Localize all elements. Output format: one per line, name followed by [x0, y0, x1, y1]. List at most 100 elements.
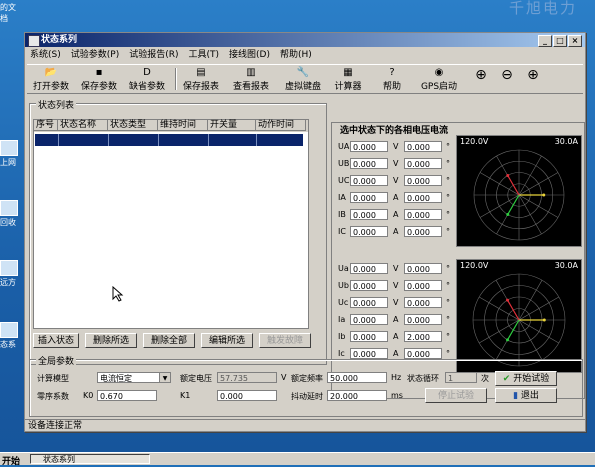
taskbar-app-button[interactable]: 状态系列	[30, 454, 150, 464]
menu-wiring[interactable]: 接线图(D)	[224, 49, 275, 62]
angle-field[interactable]: 0.000	[404, 263, 442, 274]
phase-label: Uc	[338, 298, 349, 307]
help-button[interactable]: ? 帮助	[377, 67, 407, 92]
open-params-button[interactable]: 📂 打开参数	[31, 67, 71, 92]
zero-seq-label: 零序系数	[37, 392, 69, 401]
desktop-icon-remote[interactable]: 远方	[0, 260, 22, 288]
view-report-button[interactable]: ▥ 查看报表	[231, 67, 271, 92]
app-icon	[28, 35, 40, 47]
degree-label: °	[446, 349, 450, 358]
col-header-index[interactable]: 序号	[34, 120, 58, 131]
save-params-button[interactable]: ▪ 保存参数	[79, 67, 119, 92]
menu-help[interactable]: 帮助(H)	[275, 49, 317, 62]
keyboard-icon: 🔧	[296, 67, 310, 78]
start-test-button[interactable]: ✔ 开始试验	[495, 371, 557, 386]
magnitude-field[interactable]: 0.000	[350, 175, 388, 186]
phasor-panel: 选中状态下的各相电压电流 UA 0.000 V 0.000 ° UB 0.000 V 0.000…	[331, 122, 585, 399]
maximize-button[interactable]: □	[553, 35, 567, 47]
zoom-in-icon[interactable]: ⊕	[471, 67, 491, 91]
minimize-button[interactable]: _	[538, 35, 552, 47]
desktop-icon-internet[interactable]: 上网	[0, 140, 22, 168]
magnitude-field[interactable]: 0.000	[350, 209, 388, 220]
menu-test-report[interactable]: 试验报告(R)	[124, 49, 183, 62]
degree-label: °	[446, 227, 450, 236]
desktop-icon-app[interactable]: 态系	[0, 322, 22, 350]
toolbar-separator	[175, 68, 177, 90]
angle-field[interactable]: 0.000	[404, 141, 442, 152]
edit-selected-button[interactable]: 编辑所选	[201, 333, 253, 348]
start-button[interactable]: 开始	[2, 454, 20, 467]
trigger-fault-button: 触发故障	[259, 333, 311, 348]
jitter-field[interactable]: 20.000	[327, 390, 387, 401]
angle-field[interactable]: 2.000	[404, 331, 442, 342]
angle-field[interactable]: 0.000	[404, 297, 442, 308]
default-params-button[interactable]: D 缺省参数	[127, 67, 167, 92]
angle-field[interactable]: 0.000	[404, 226, 442, 237]
degree-label: °	[446, 159, 450, 168]
insert-state-button[interactable]: 插入状态	[33, 333, 79, 348]
global-params-caption: 全局参数	[36, 354, 77, 367]
magnitude-field[interactable]: 0.000	[350, 263, 388, 274]
angle-field[interactable]: 0.000	[404, 348, 442, 359]
col-header-name[interactable]: 状态名称	[58, 120, 108, 131]
phasor-scope-1: 120.0V 30.0A	[456, 135, 582, 247]
col-header-switch[interactable]: 开关量	[208, 120, 256, 131]
desktop-icon-documents[interactable]: 的文档	[0, 2, 22, 24]
cycle-field[interactable]: 1	[445, 372, 477, 383]
calculator-button[interactable]: ▦ 计算器	[331, 67, 365, 92]
degree-label: °	[446, 210, 450, 219]
save-report-icon: ▤	[196, 67, 206, 78]
calc-model-select[interactable]: 电流恒定 ▼	[97, 372, 171, 383]
magnitude-field[interactable]: 0.000	[350, 348, 388, 359]
angle-field[interactable]: 0.000	[404, 314, 442, 325]
col-header-action-time[interactable]: 动作时间	[256, 120, 306, 131]
magnitude-field[interactable]: 0.000	[350, 331, 388, 342]
magnitude-field[interactable]: 0.000	[350, 141, 388, 152]
cycle-unit: 次	[481, 374, 489, 383]
default-icon: D	[143, 67, 151, 78]
exit-icon: ▮	[513, 391, 519, 401]
delete-all-button[interactable]: 删除全部	[143, 333, 195, 348]
state-table[interactable]: 序号 状态名称 状态类型 维持时间 开关量 动作时间	[33, 119, 309, 329]
check-icon: ✔	[502, 374, 511, 384]
virtual-keyboard-button[interactable]: 🔧 虚拟键盘	[283, 67, 323, 92]
rated-freq-field[interactable]: 50.000	[327, 372, 387, 383]
magnitude-field[interactable]: 0.000	[350, 314, 388, 325]
k1-field[interactable]: 0.000	[217, 390, 277, 401]
exit-button[interactable]: ▮ 退出	[495, 388, 557, 403]
title-bar[interactable]: 状态系列 _ □ ×	[25, 33, 585, 47]
delete-selected-button[interactable]: 删除所选	[85, 333, 137, 348]
phase-label: Ic	[338, 349, 345, 358]
zoom-out-icon[interactable]: ⊖	[497, 67, 517, 91]
chevron-down-icon: ▼	[159, 373, 170, 382]
angle-field[interactable]: 0.000	[404, 280, 442, 291]
phase-label: IC	[338, 227, 346, 236]
col-header-hold-time[interactable]: 维持时间	[158, 120, 208, 131]
gps-start-button[interactable]: ◉ GPS启动	[419, 67, 459, 92]
menu-tools[interactable]: 工具(T)	[183, 49, 224, 62]
magnitude-field[interactable]: 0.000	[350, 158, 388, 169]
angle-field[interactable]: 0.000	[404, 158, 442, 169]
desktop-icon-recycle[interactable]: 回收	[0, 200, 22, 228]
magnitude-field[interactable]: 0.000	[350, 192, 388, 203]
magnitude-field[interactable]: 0.000	[350, 297, 388, 308]
magnitude-field[interactable]: 0.000	[350, 226, 388, 237]
mouse-cursor-icon	[112, 286, 124, 302]
phase-label: IB	[338, 210, 346, 219]
phasor-panel-title: 选中状态下的各相电压电流	[340, 126, 449, 136]
angle-field[interactable]: 0.000	[404, 192, 442, 203]
angle-field[interactable]: 0.000	[404, 209, 442, 220]
menu-system[interactable]: 系统(S)	[25, 49, 66, 62]
toolbar: 📂 打开参数 ▪ 保存参数 D 缺省参数 ▤ 保存报表 ▥ 查看报表 🔧 虚拟键盘 ▦ 计算器…	[27, 64, 583, 94]
unit-label: V	[393, 142, 399, 151]
close-button[interactable]: ×	[568, 35, 582, 47]
angle-field[interactable]: 0.000	[404, 175, 442, 186]
menu-test-params[interactable]: 试验参数(P)	[66, 49, 124, 62]
k0-field[interactable]: 0.670	[97, 390, 157, 401]
rated-voltage-field[interactable]: 57.735	[217, 372, 277, 383]
magnitude-field[interactable]: 0.000	[350, 280, 388, 291]
table-row[interactable]	[35, 134, 303, 146]
zoom-fit-icon[interactable]: ⊕	[523, 67, 543, 91]
save-report-button[interactable]: ▤ 保存报表	[181, 67, 221, 92]
col-header-type[interactable]: 状态类型	[108, 120, 158, 131]
